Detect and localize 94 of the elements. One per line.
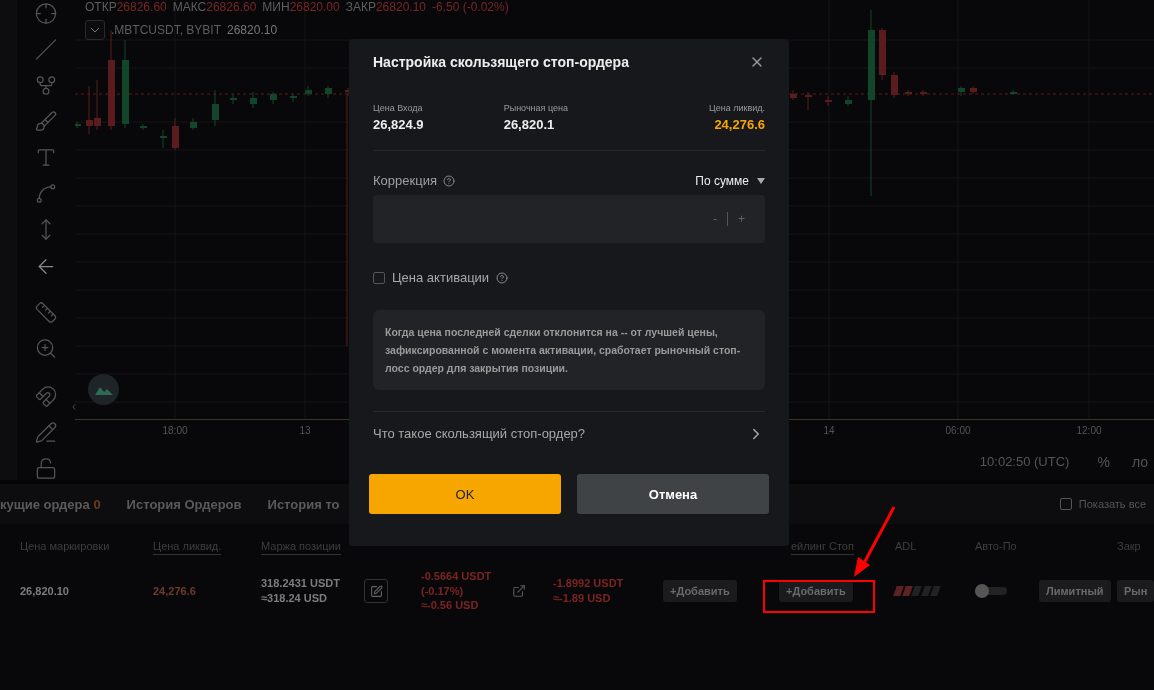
ohlc-value: 26826.60 [116,0,167,14]
positions-tab[interactable]: кущие ордера 0 [0,496,101,512]
ok-button[interactable]: OK [369,474,561,514]
checkbox-label: Цена активации [392,270,490,285]
toggle-switch[interactable] [975,587,1007,595]
action-button[interactable]: Рын [1117,580,1154,602]
stat-value: 26,820.1 [503,117,555,132]
unlock-icon[interactable] [34,456,58,480]
percent-toggle[interactable]: % [1097,453,1110,470]
log-toggle[interactable]: ло [1131,453,1148,470]
candle [825,95,832,107]
mode-dropdown[interactable]: По сумме [695,173,765,188]
stat-label: Цена ликвид. [709,103,765,113]
ohlc-value: 26820.00 [289,0,340,14]
time-axis-label: 12:00 [1076,425,1102,436]
help-link[interactable]: Что такое скользящий стоп-ордер? [373,411,765,455]
candle [970,85,977,95]
candle [172,117,179,151]
table-cell: -1.8992 USDT ≈-1.89 USD [553,576,624,606]
chevron-down-icon [90,27,100,33]
pencil-icon[interactable] [34,420,58,444]
candle [1010,89,1017,95]
table-cell: 26,820.10 [20,583,69,599]
stat-value: 26,824.9 [373,117,424,132]
candle [190,117,197,131]
decrement-button[interactable]: - [713,212,717,226]
fork-icon[interactable] [34,74,58,98]
ohlc-label: ЗАКР [345,0,376,14]
candle [805,91,812,111]
ohlc-value: 26826.60 [206,0,257,14]
clock-time: 10:02:50 (UTC) [979,454,1070,469]
logo-button[interactable] [88,374,119,405]
stat-label: Рыночная цена [503,103,568,113]
ruler-icon[interactable] [34,300,58,324]
candle [891,71,898,99]
cancel-button[interactable]: Отмена [577,474,769,514]
price-change: -6.50 (-0.02%) [432,0,509,14]
candle [270,91,277,105]
zoom-in-icon[interactable] [34,336,58,360]
brush-icon[interactable] [34,110,58,134]
candle [305,85,312,97]
edit-icon [369,584,383,598]
increment-button[interactable]: + [738,212,745,226]
correction-input[interactable]: - + [373,195,765,243]
candle [250,91,257,109]
positions-tab[interactable]: История то [267,496,340,512]
stat-label: Цена Входа [373,103,423,113]
dropdown-button[interactable] [85,20,105,40]
symbol-name: .MBTCUSDT, BYBIT [111,23,221,37]
candle [790,89,797,101]
candle [905,89,912,97]
magnet-icon[interactable] [34,384,58,408]
nodes-icon[interactable] [34,182,58,206]
external-link-icon[interactable] [512,584,526,598]
stat-value: 24,276.6 [714,117,765,132]
candle [879,27,886,81]
help-icon[interactable] [442,174,455,187]
candle [75,121,81,129]
help-icon[interactable] [496,271,509,284]
candle [325,85,332,99]
candle [290,93,297,103]
action-button[interactable]: +Добавить [663,580,737,602]
candle [230,93,237,105]
line-tool-icon[interactable] [34,38,58,62]
chevron-left-icon[interactable] [69,402,79,412]
activation-checkbox[interactable] [373,271,385,284]
ohlc-label: МИН [262,0,290,14]
show-all-checkbox[interactable]: Показать все [1059,498,1146,510]
candle [140,123,147,131]
crosshair-icon[interactable] [34,2,58,26]
candle [212,89,219,127]
ohlc-value: 26820.10 [375,0,426,14]
time-axis-label: 18:00 [162,425,188,436]
action-button[interactable]: +Добавить [779,580,853,602]
last-price: 26820.10 [227,23,278,37]
table-cell: 318.2431 USDT ≈318.24 USD [261,576,340,606]
table-cell: 24,276.6 [153,583,196,599]
ohlc-label: ОТКР [85,0,117,14]
candle [958,85,965,97]
table-cell: -0.5664 USDT (-0.17%) ≈-0.56 USD [421,568,492,614]
positions-tab[interactable]: История Ордеров [126,496,242,512]
dialog-title: Настройка скользящего стоп-ордера [373,54,629,70]
edit-button[interactable] [364,579,388,603]
time-axis-label: 06:00 [945,425,971,436]
candle [920,89,927,97]
caret-icon [757,177,765,184]
ohlc-label: МАКС [172,0,207,14]
action-button[interactable]: Лимитный [1039,580,1111,602]
info-text: Когда цена последней сделки отклонится на -- от лучшей цены, зафиксированной с момента активации, сработает рыночный стоп-лосс ордер для закрытия позиции. [373,310,765,390]
candle [160,129,167,149]
time-axis-label: 13 [299,425,311,436]
correction-label: Коррекция [373,173,437,188]
time-axis-label: 14 [823,425,835,436]
candle [845,95,852,107]
